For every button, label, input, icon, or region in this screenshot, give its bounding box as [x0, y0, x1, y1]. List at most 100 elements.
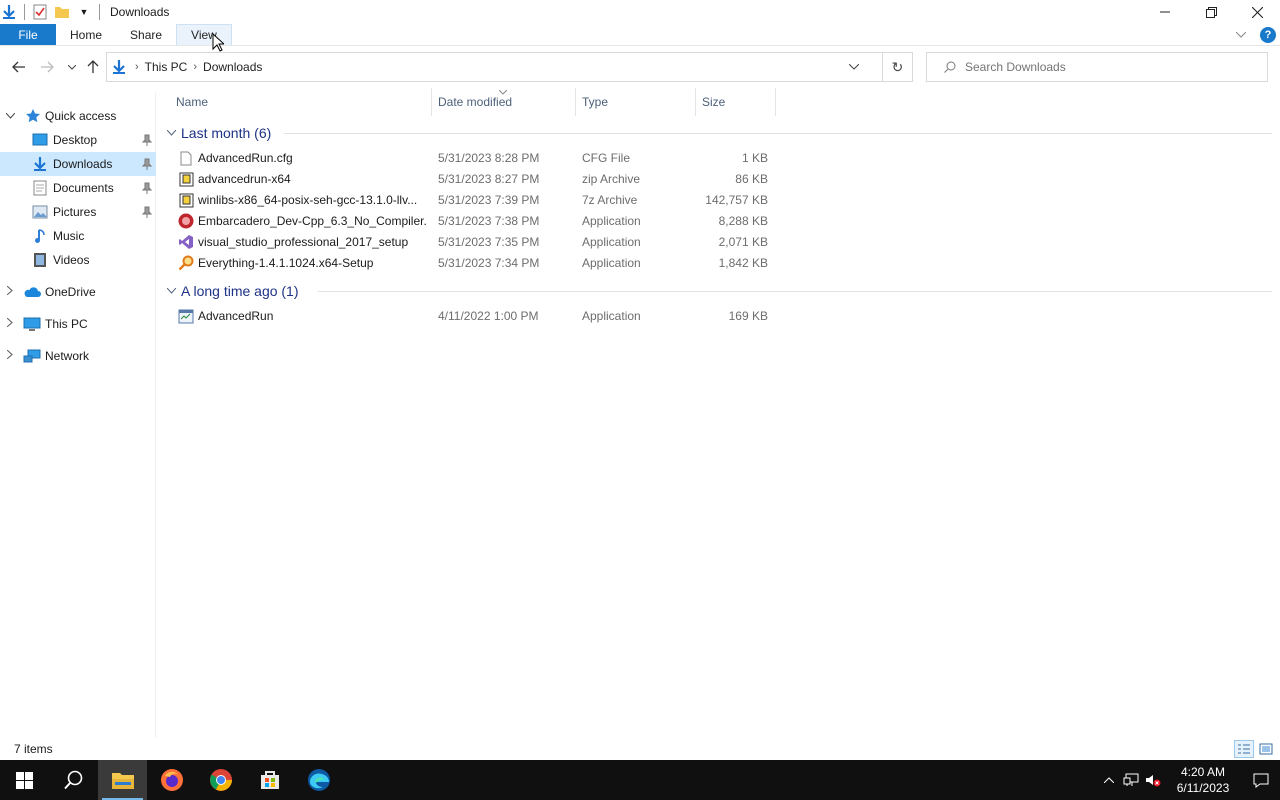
sidebar-item-downloads[interactable]: Downloads — [0, 152, 156, 176]
forward-icon[interactable] — [35, 55, 59, 79]
breadcrumb-separator-icon[interactable]: › — [133, 61, 141, 73]
file-row[interactable]: Embarcadero_Dev-Cpp_6.3_No_Compiler... 5… — [174, 211, 774, 232]
minimize-icon[interactable] — [1142, 0, 1188, 24]
start-icon[interactable] — [0, 760, 49, 800]
quick-access-toolbar: ▼ — [0, 0, 106, 24]
sidebar-item-network[interactable]: Network — [0, 344, 156, 368]
star-icon — [24, 107, 42, 125]
pin-icon[interactable] — [142, 134, 152, 146]
sidebar-item-pictures[interactable]: Pictures — [0, 200, 156, 224]
search-input[interactable] — [965, 60, 1245, 74]
firefox-icon[interactable] — [147, 760, 196, 800]
file-size: 1,842 KB — [718, 256, 768, 270]
notifications-icon[interactable] — [1242, 760, 1280, 800]
customize-toolbar-icon[interactable]: ▼ — [75, 3, 93, 21]
sidebar-item-desktop[interactable]: Desktop — [0, 128, 156, 152]
title-bar: ▼ Downloads — [0, 0, 1280, 24]
back-icon[interactable] — [7, 55, 31, 79]
address-history-dropdown-icon[interactable] — [842, 53, 866, 81]
tab-share[interactable]: Share — [116, 24, 176, 45]
file-row[interactable]: winlibs-x86_64-posix-seh-gcc-13.1.0-llv.… — [174, 190, 774, 211]
refresh-icon[interactable]: ↻ — [882, 53, 912, 81]
clock[interactable]: 4:20 AM 6/11/2023 — [1164, 764, 1242, 796]
ribbon-tabs: File Home Share View ? — [0, 24, 1280, 46]
file-row[interactable]: Everything-1.4.1.1024.x64-Setup 5/31/202… — [174, 253, 774, 274]
column-header-size[interactable]: Size — [696, 88, 776, 116]
sidebar-item-quick-access[interactable]: Quick access — [0, 104, 156, 128]
clock-date: 6/11/2023 — [1176, 781, 1230, 795]
pin-icon[interactable] — [142, 206, 152, 218]
column-header-name[interactable]: Name — [170, 88, 432, 116]
breadcrumb-separator-icon[interactable]: › — [191, 61, 199, 73]
file-size: 169 KB — [728, 309, 768, 323]
file-type: zip Archive — [582, 172, 641, 186]
pin-icon[interactable] — [142, 158, 152, 170]
file-size: 142,757 KB — [705, 193, 768, 207]
network-status-icon[interactable] — [1120, 760, 1142, 800]
expand-ribbon-icon[interactable] — [1235, 30, 1247, 41]
file-explorer-icon[interactable] — [98, 760, 147, 800]
store-icon[interactable] — [245, 760, 294, 800]
close-icon[interactable] — [1234, 0, 1280, 24]
large-icons-view-icon[interactable] — [1256, 740, 1276, 758]
column-header-type[interactable]: Type — [576, 88, 696, 116]
tab-home[interactable]: Home — [56, 24, 116, 45]
properties-icon[interactable] — [31, 3, 49, 21]
sidebar-item-videos[interactable]: Videos — [0, 248, 156, 272]
column-header-date-modified[interactable]: Date modified — [432, 88, 576, 116]
onedrive-icon — [23, 283, 41, 301]
file-name: winlibs-x86_64-posix-seh-gcc-13.1.0-llv.… — [198, 193, 418, 207]
sidebar-item-label: Pictures — [53, 205, 97, 219]
expand-chevron-icon[interactable] — [4, 317, 16, 330]
file-date: 5/31/2023 8:27 PM — [438, 172, 540, 186]
sidebar-item-onedrive[interactable]: OneDrive — [0, 280, 156, 304]
restore-icon[interactable] — [1188, 0, 1234, 24]
sidebar-item-music[interactable]: Music — [0, 224, 156, 248]
search-box[interactable] — [926, 52, 1268, 82]
volume-muted-icon[interactable] — [1142, 760, 1164, 800]
desktop-icon — [31, 131, 49, 149]
everything-search-icon — [178, 255, 194, 271]
file-name: Embarcadero_Dev-Cpp_6.3_No_Compiler... — [198, 214, 426, 228]
collapse-group-icon[interactable] — [164, 128, 178, 139]
toolbar-divider — [99, 4, 100, 20]
this-pc-icon — [23, 315, 41, 333]
breadcrumb-this-pc[interactable]: This PC — [141, 60, 192, 74]
new-folder-icon[interactable] — [53, 3, 71, 21]
address-bar[interactable]: › This PC › Downloads ↻ — [106, 52, 913, 82]
group-header-last-month[interactable]: Last month (6) — [164, 122, 271, 144]
file-date: 5/31/2023 7:34 PM — [438, 256, 540, 270]
sidebar-item-label: OneDrive — [45, 285, 96, 299]
file-row[interactable]: visual_studio_professional_2017_setup 5/… — [174, 232, 774, 253]
file-date: 5/31/2023 7:38 PM — [438, 214, 540, 228]
file-name: AdvancedRun — [198, 309, 274, 323]
collapse-chevron-icon[interactable] — [4, 111, 16, 122]
search-icon[interactable] — [49, 760, 98, 800]
file-date: 5/31/2023 8:28 PM — [438, 151, 540, 165]
expand-chevron-icon[interactable] — [4, 285, 16, 298]
zip-archive-icon — [178, 171, 194, 187]
chrome-icon[interactable] — [196, 760, 245, 800]
sidebar-item-label: Documents — [53, 181, 114, 195]
edge-icon[interactable] — [294, 760, 343, 800]
up-icon[interactable] — [81, 55, 105, 79]
collapse-group-icon[interactable] — [164, 286, 178, 297]
breadcrumb-downloads[interactable]: Downloads — [199, 60, 266, 74]
pin-icon[interactable] — [142, 182, 152, 194]
sidebar-item-documents[interactable]: Documents — [0, 176, 156, 200]
taskbar: 4:20 AM 6/11/2023 — [0, 760, 1280, 800]
help-icon[interactable]: ? — [1260, 27, 1276, 43]
sidebar-item-label: Desktop — [53, 133, 98, 147]
file-size: 86 KB — [735, 172, 768, 186]
file-row[interactable]: AdvancedRun.cfg 5/31/2023 8:28 PM CFG Fi… — [174, 148, 774, 169]
music-icon — [31, 227, 49, 245]
file-row[interactable]: AdvancedRun 4/11/2022 1:00 PM Applicatio… — [174, 306, 774, 327]
details-view-icon[interactable] — [1234, 740, 1254, 758]
file-row[interactable]: advancedrun-x64 5/31/2023 8:27 PM zip Ar… — [174, 169, 774, 190]
group-header-long-time-ago[interactable]: A long time ago (1) — [164, 280, 299, 302]
group-divider — [284, 133, 1272, 134]
sidebar-item-this-pc[interactable]: This PC — [0, 312, 156, 336]
tab-file[interactable]: File — [0, 24, 56, 45]
expand-chevron-icon[interactable] — [4, 349, 16, 362]
show-hidden-icons-icon[interactable] — [1098, 760, 1120, 800]
